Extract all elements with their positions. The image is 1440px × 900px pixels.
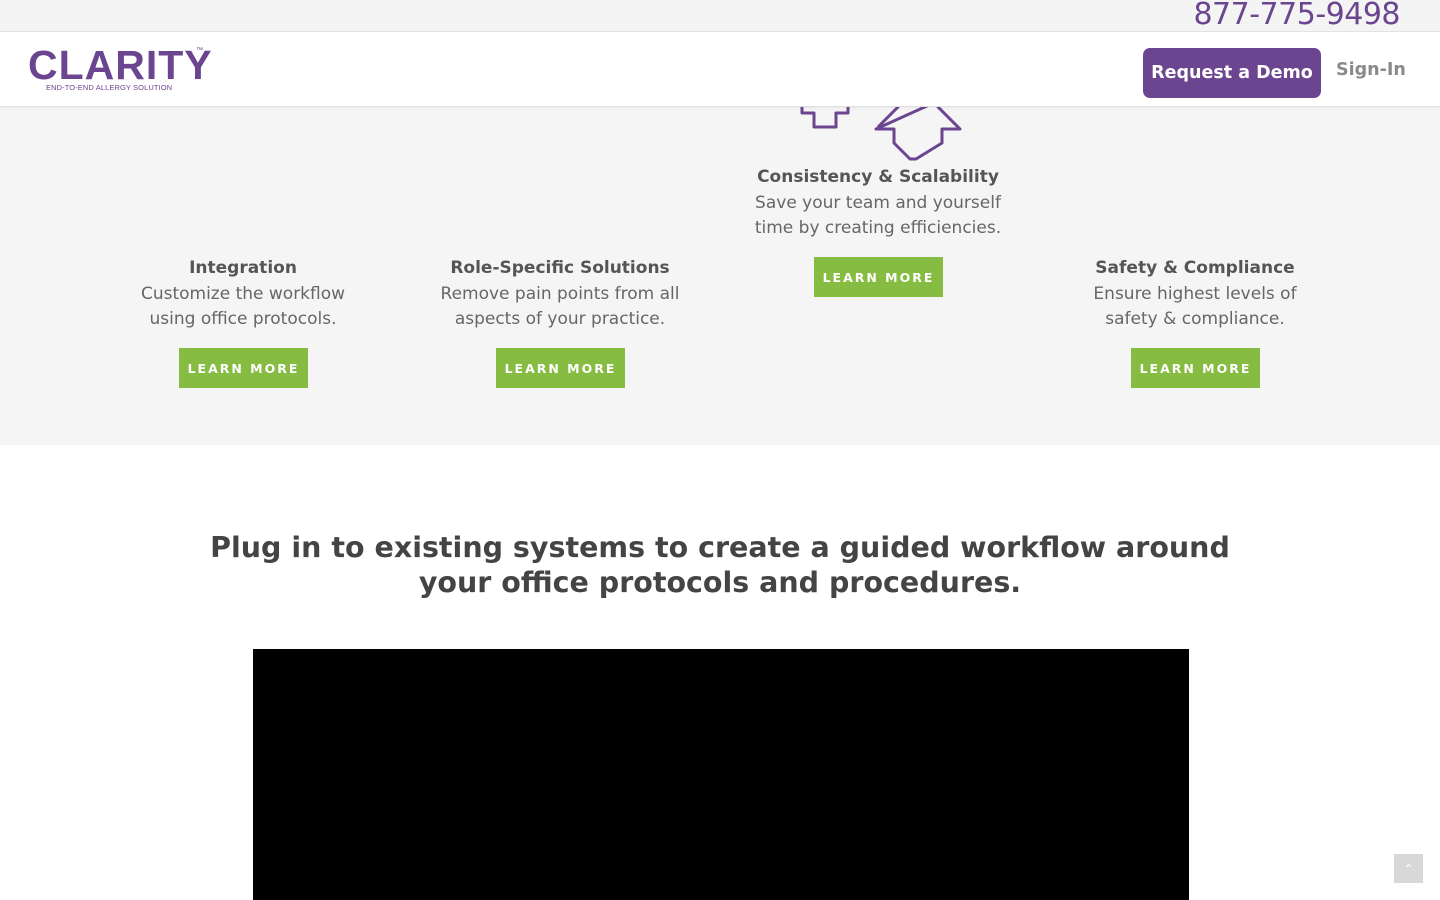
logo-wordmark: CLARITY [28, 42, 213, 88]
feature-desc-line2: using office protocols. [149, 309, 337, 329]
feature-desc-line1: Ensure highest levels of [1093, 284, 1297, 304]
feature-desc-line2: aspects of your practice. [454, 309, 666, 329]
logo-trademark: ™ [196, 47, 203, 54]
top-bar: 877-775-9498 [0, 0, 1440, 32]
feature-desc-line2: safety & compliance. [1105, 309, 1285, 329]
feature-desc-line1: Save your team and yourself [755, 193, 1001, 213]
feature-role-specific: Role-Specific Solutions Remove pain poin… [410, 257, 710, 332]
feature-consistency: Consistency & Scalability Save your team… [728, 166, 1028, 241]
learn-more-button-integration[interactable]: LEARN MORE [179, 348, 308, 388]
site-header: CLARITY ™ END-TO-END ALLERGY SOLUTION Re… [0, 33, 1440, 107]
clarity-logo[interactable]: CLARITY ™ END-TO-END ALLERGY SOLUTION [28, 45, 212, 95]
feature-title: Integration [189, 258, 297, 278]
headline-line2: your office protocols and procedures. [418, 566, 1022, 599]
feature-title: Role-Specific Solutions [450, 258, 670, 278]
learn-more-button-safety[interactable]: LEARN MORE [1131, 348, 1260, 388]
back-to-top-button[interactable]: ⌃ [1394, 854, 1423, 883]
feature-desc-line1: Remove pain points from all [440, 284, 680, 304]
features-section: Integration Customize the workflow using… [0, 107, 1440, 445]
feature-title: Safety & Compliance [1095, 258, 1295, 278]
section-headline: Plug in to existing systems to create a … [0, 530, 1440, 600]
arrows-up-icon [800, 107, 962, 161]
chevron-up-icon: ⌃ [1403, 861, 1414, 876]
feature-safety: Safety & Compliance Ensure highest level… [1045, 257, 1345, 332]
logo-tagline: END-TO-END ALLERGY SOLUTION [46, 83, 173, 92]
video-player[interactable] [253, 649, 1189, 900]
feature-integration: Integration Customize the workflow using… [93, 257, 393, 332]
sign-in-link[interactable]: Sign-In [1336, 60, 1406, 80]
request-demo-button[interactable]: Request a Demo [1143, 48, 1321, 98]
phone-number-link[interactable]: 877-775-9498 [1193, 0, 1400, 32]
feature-title: Consistency & Scalability [757, 167, 999, 187]
feature-desc-line2: time by creating efficiencies. [754, 218, 1002, 238]
learn-more-button-role-specific[interactable]: LEARN MORE [496, 348, 625, 388]
headline-line1: Plug in to existing systems to create a … [210, 531, 1230, 564]
feature-desc-line1: Customize the workflow [140, 284, 346, 304]
learn-more-button-consistency[interactable]: LEARN MORE [814, 257, 943, 297]
